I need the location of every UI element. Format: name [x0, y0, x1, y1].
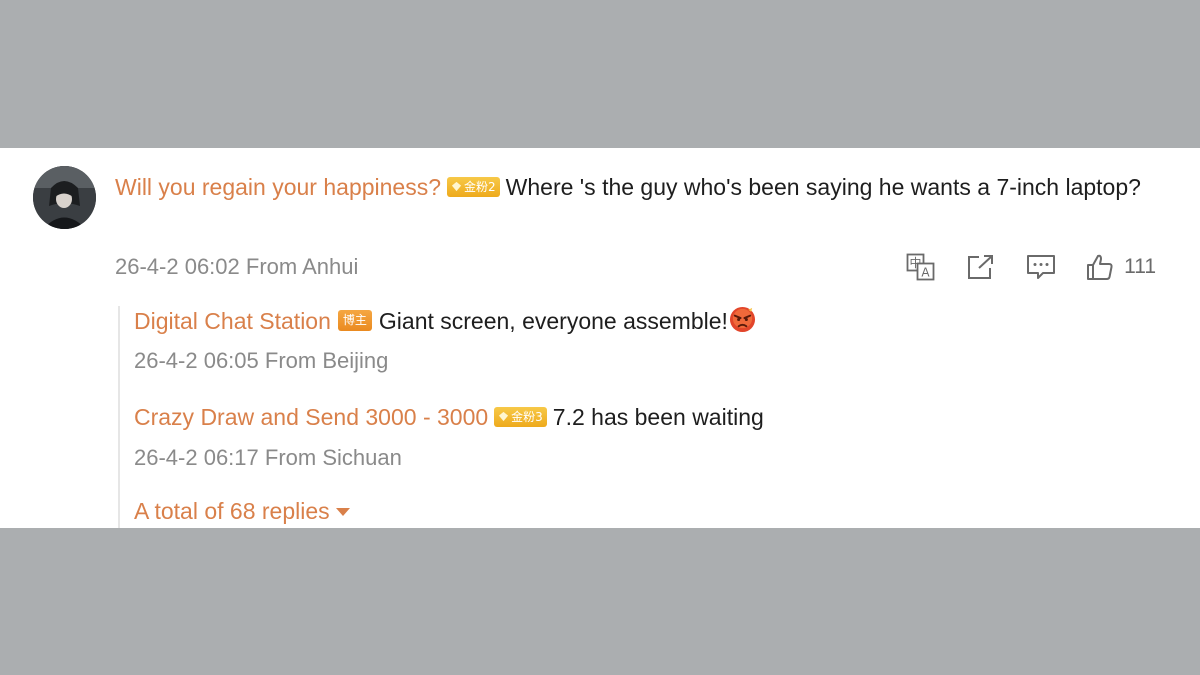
reply-text: Giant screen, everyone assemble! [378, 308, 728, 334]
reply-timestamp: 26-4-2 06:17 [134, 445, 259, 470]
comment-meta: 26-4-2 06:02 From Anhui [115, 254, 358, 280]
reply-location: From Sichuan [264, 445, 402, 470]
comment-card: Will you regain your happiness? 金粉2 Where … [0, 148, 1200, 528]
comment-actions: 中 A 111 [876, 252, 1156, 282]
host-badge: 博主 [337, 310, 372, 332]
reply-item: Digital Chat Station 博主 Giant screen, ever… [134, 306, 756, 336]
caret-down-icon [335, 508, 350, 516]
share-icon [968, 255, 994, 279]
more-replies-link[interactable]: A total of 68 replies [134, 498, 350, 525]
comment-body: Will you regain your happiness? 金粉2 Where … [115, 166, 1165, 208]
like-icon [1087, 254, 1113, 280]
translate-button[interactable]: 中 A [906, 253, 936, 281]
reply-username[interactable]: Digital Chat Station [134, 308, 331, 334]
comment-location: From Anhui [245, 254, 359, 279]
avatar[interactable] [33, 166, 96, 229]
page: Will you regain your happiness? 金粉2 Where … [0, 0, 1200, 675]
gem-icon [499, 411, 509, 422]
fan-badge-label: 金粉2 [464, 179, 496, 194]
fan-badge: 金粉3 [494, 406, 547, 427]
translate-icon: 中 A [906, 253, 935, 281]
like-count: 111 [1124, 255, 1156, 278]
comment-timestamp: 26-4-2 06:02 [115, 254, 240, 279]
comment-icon [1027, 255, 1056, 279]
comment-text: Where 's the guy who's been saying he wa… [505, 174, 1141, 200]
fan-badge: 金粉2 [447, 176, 500, 197]
reply-meta: 26-4-2 06:05 From Beijing [134, 348, 388, 374]
more-replies-label: A total of 68 replies [134, 498, 330, 524]
reply-username[interactable]: Crazy Draw and Send 3000 - 3000 [134, 404, 488, 430]
like-button[interactable]: 111 [1086, 253, 1156, 281]
reply-thread: Digital Chat Station 博主 Giant screen, ever… [118, 306, 1120, 528]
gem-icon [451, 181, 462, 192]
svg-text:A: A [921, 266, 930, 280]
angry-face-emoji [729, 307, 755, 333]
reply-timestamp: 26-4-2 06:05 [134, 348, 259, 373]
reply-text: 7.2 has been waiting [552, 404, 764, 430]
share-button[interactable] [966, 253, 996, 281]
reply-item: Crazy Draw and Send 3000 - 3000 金粉3 7.2 ha… [134, 402, 764, 432]
reply-button[interactable] [1026, 253, 1056, 281]
fan-badge-label: 金粉3 [511, 409, 543, 424]
reply-meta: 26-4-2 06:17 From Sichuan [134, 445, 402, 471]
reply-location: From Beijing [264, 348, 389, 373]
comment-username[interactable]: Will you regain your happiness? [115, 174, 441, 200]
